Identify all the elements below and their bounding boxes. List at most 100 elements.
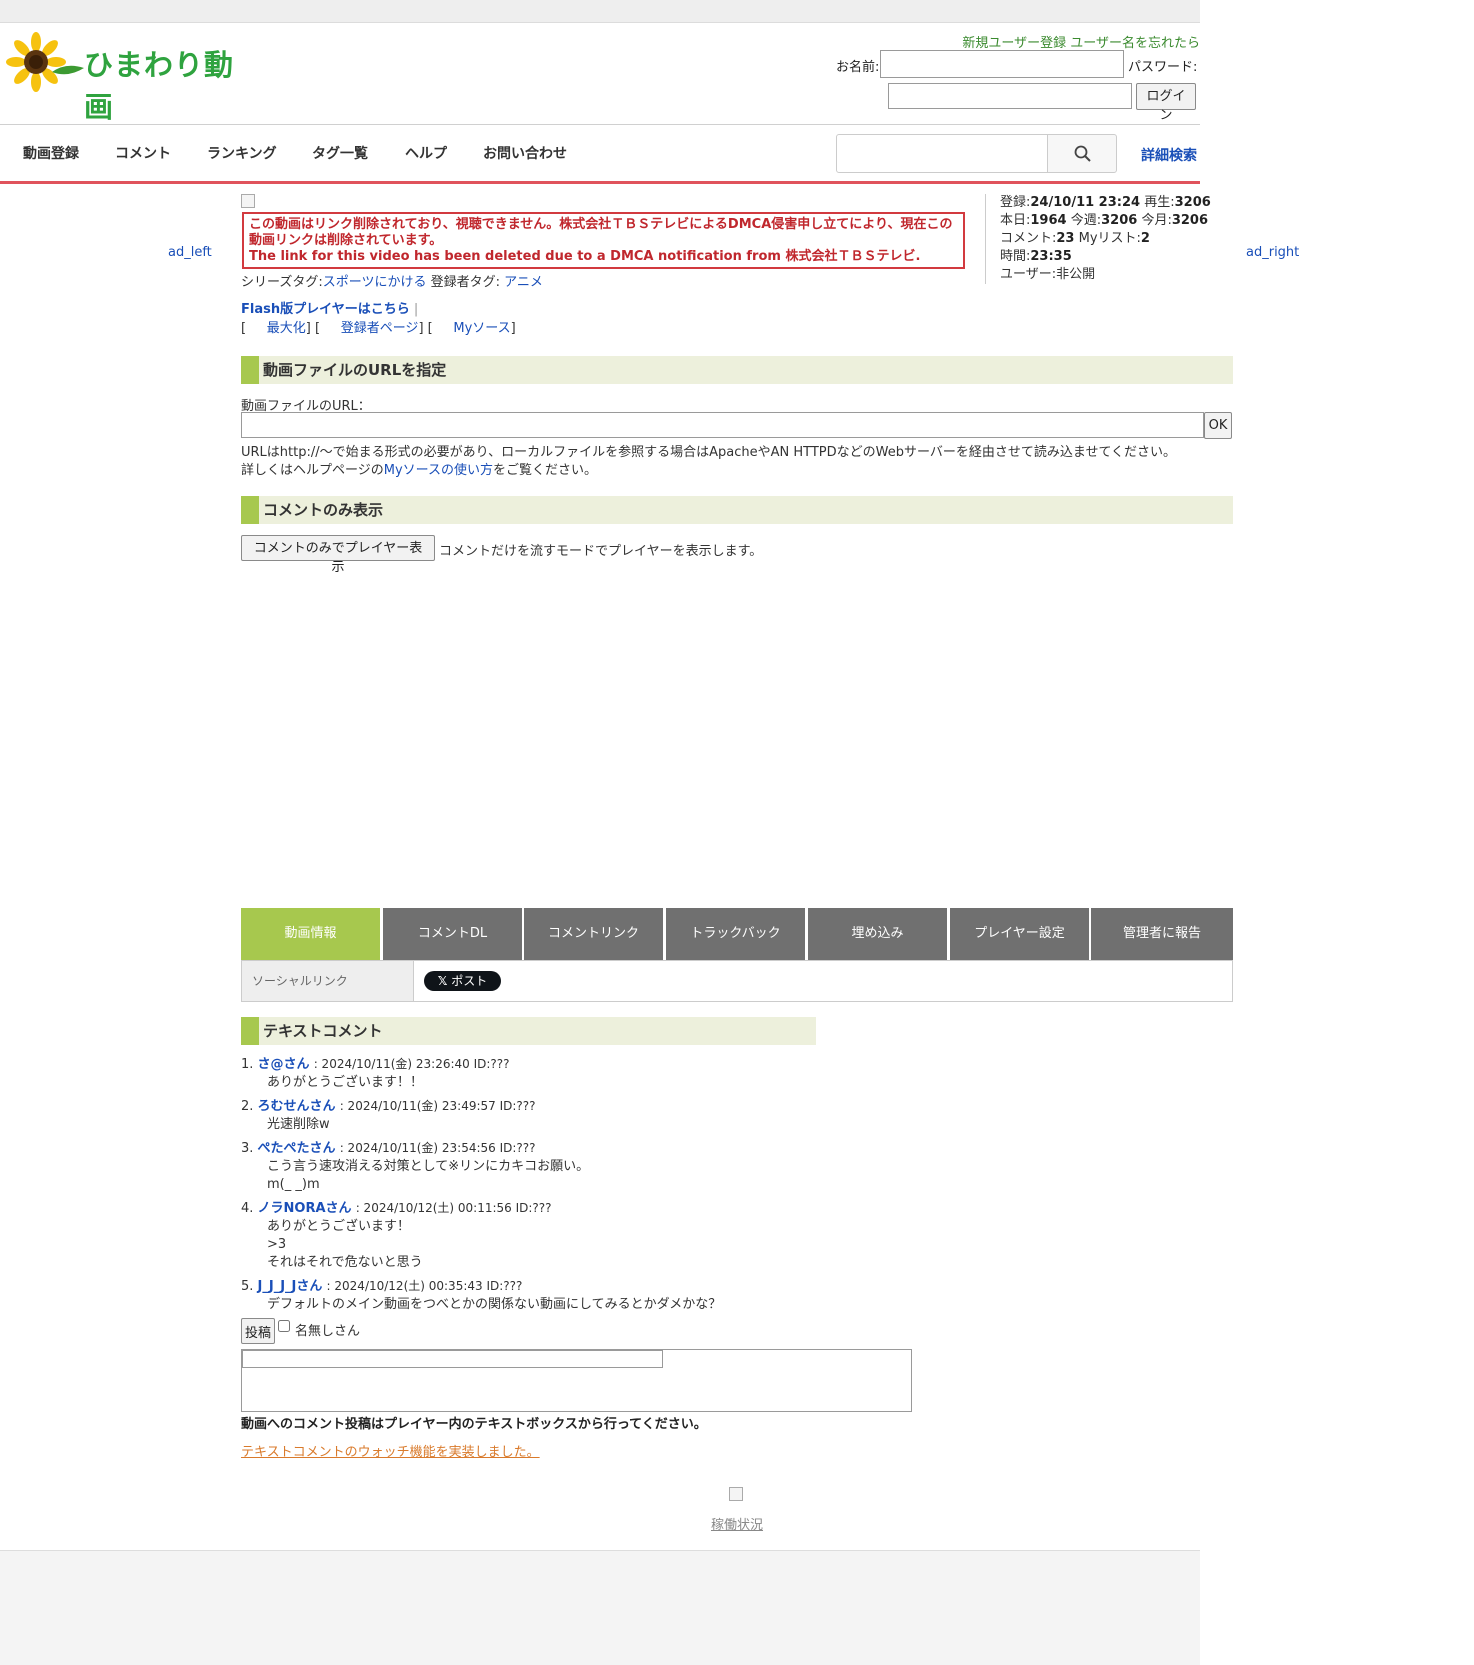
login-button[interactable]: ログイン: [1136, 83, 1196, 123]
comment-num: 5.: [241, 1279, 254, 1294]
comment-meta: : 2024/10/11(金) 23:54:56 ID:???: [339, 1141, 536, 1155]
comment-list: 1. さ@さん : 2024/10/11(金) 23:26:40 ID:??? …: [241, 1055, 941, 1314]
nav-item-help[interactable]: ヘルプ: [405, 143, 447, 163]
comment-num: 4.: [241, 1201, 254, 1216]
series-tag-link[interactable]: スポーツにかける: [323, 275, 427, 290]
ad-left-image[interactable]: ad_left: [168, 245, 212, 260]
comment-author-link[interactable]: ぺたぺたさん: [258, 1141, 336, 1156]
tab-video-info[interactable]: 動画情報: [241, 908, 381, 960]
player-links: Flash版プレイヤーはこちら |: [241, 298, 418, 317]
site-logo[interactable]: ひまわり動画: [6, 32, 256, 124]
stats-divider: [985, 194, 986, 284]
url-ok-button[interactable]: OK: [1204, 412, 1232, 439]
tab-player-settings[interactable]: プレイヤー設定: [950, 908, 1090, 960]
plays-label: 再生:: [1144, 195, 1175, 210]
x-post-button[interactable]: 𝕏 ポスト: [424, 971, 501, 991]
mylist-label: Myリスト:: [1078, 231, 1141, 246]
mysource-help-link[interactable]: Myソースの使い方: [384, 463, 493, 478]
search-button[interactable]: [1047, 134, 1117, 173]
nav-item-contact[interactable]: お問い合わせ: [483, 143, 567, 163]
watch-feature-link[interactable]: テキストコメントのウォッチ機能を実装しました。: [241, 1441, 540, 1460]
comment-meta: : 2024/10/12(土) 00:35:43 ID:???: [326, 1279, 523, 1293]
flash-player-link[interactable]: Flash版プレイヤーはこちら: [241, 302, 410, 317]
comment-post-note: 動画へのコメント投稿はプレイヤー内のテキストボックスから行ってください。: [241, 1417, 707, 1432]
comment-num: 3.: [241, 1141, 254, 1156]
search-input[interactable]: [836, 134, 1048, 173]
comment-author-link[interactable]: ノラNORAさん: [258, 1201, 352, 1216]
nav-item-tags[interactable]: タグ一覧: [312, 143, 368, 163]
password-label: パスワード:: [1128, 60, 1198, 75]
list-item: 5. J_J_J_Jさん : 2024/10/12(土) 00:35:43 ID…: [241, 1277, 941, 1314]
comment-meta: : 2024/10/11(金) 23:49:57 ID:???: [339, 1099, 536, 1113]
tab-report[interactable]: 管理者に報告: [1091, 908, 1233, 960]
comment-textarea[interactable]: [241, 1349, 912, 1412]
nav-red-divider: [0, 181, 1200, 184]
server-status-link[interactable]: 稼働状況: [711, 1514, 763, 1533]
footer-background: [0, 1550, 1200, 1665]
x-logo-icon: 𝕏: [437, 974, 448, 988]
user-value: 非公開: [1056, 267, 1096, 282]
comment-text: 光速削除w: [267, 1117, 330, 1132]
comment-text: それはそれで危ないと思う: [267, 1255, 423, 1270]
list-item: 2. ろむせんさん : 2024/10/11(金) 23:49:57 ID:??…: [241, 1097, 941, 1134]
status-image-icon: [729, 1487, 743, 1501]
nav-item-ranking[interactable]: ランキング: [207, 143, 277, 163]
sunflower-icon: [6, 32, 84, 92]
advanced-search-link[interactable]: 詳細検索: [1141, 145, 1197, 165]
post-comment-button[interactable]: 投稿: [241, 1318, 275, 1344]
comment-meta: : 2024/10/11(金) 23:26:40 ID:???: [313, 1057, 510, 1071]
maximize-link[interactable]: 最大化: [267, 321, 306, 336]
tab-trackback[interactable]: トラックバック: [666, 908, 806, 960]
social-row: ソーシャルリンク 𝕏 ポスト: [241, 960, 1233, 1002]
tab-comment-link[interactable]: コメントリンク: [524, 908, 664, 960]
comment-author-link[interactable]: J_J_J_Jさん: [258, 1279, 323, 1294]
comment-text: >3: [267, 1237, 287, 1252]
page-links: [ 最大化] [ 登録者ページ] [ Myソース]: [241, 321, 516, 336]
nav-item-comment[interactable]: コメント: [115, 143, 171, 163]
month-value: 3206: [1171, 213, 1209, 228]
video-stats: 登録:24/10/11 23:24 再生:3206 本日:1964 今週:320…: [1000, 194, 1211, 284]
video-url-input[interactable]: [241, 412, 1204, 438]
register-link[interactable]: 新規ユーザー登録: [962, 36, 1066, 51]
today-label: 本日:: [1000, 213, 1031, 228]
comment-author-link[interactable]: ろむせんさん: [258, 1099, 336, 1114]
anonymous-label: 名無しさん: [295, 1324, 361, 1339]
account-links: 新規ユーザー登録 ユーザー名を忘れたら: [962, 32, 1200, 51]
comment-num: 2.: [241, 1099, 254, 1114]
owner-tag-label: 登録者タグ:: [430, 275, 501, 290]
nav-item-upload[interactable]: 動画登録: [23, 143, 79, 163]
link-separator: |: [413, 302, 419, 317]
browser-top-bar: [0, 0, 1200, 23]
url-notes: URLはhttp://～で始まる形式の必要があり、ローカルファイルを参照する場合…: [241, 444, 1231, 480]
comment-text: こう言う速攻消える対策として※リンにカキコお願い。: [267, 1159, 590, 1174]
anonymous-checkbox[interactable]: [278, 1320, 290, 1332]
comment-name-input[interactable]: [242, 1350, 663, 1368]
comment-meta: : 2024/10/12(土) 00:11:56 ID:???: [355, 1201, 552, 1215]
comment-only-desc: コメントだけを流すモードでプレイヤーを表示します。: [439, 544, 763, 559]
url-note-1: URLはhttp://～で始まる形式の必要があり、ローカルファイルを参照する場合…: [241, 445, 1177, 460]
text-comments-title: テキストコメント: [241, 1017, 816, 1045]
owner-page-link[interactable]: 登録者ページ: [341, 321, 419, 336]
ad-right-image[interactable]: ad_right: [1246, 245, 1299, 260]
login-name-input[interactable]: [880, 50, 1124, 78]
tab-embed[interactable]: 埋め込み: [808, 908, 948, 960]
month-label: 今月:: [1141, 213, 1172, 228]
comment-text: m(_ _)m: [267, 1177, 320, 1192]
login-password-input[interactable]: [888, 83, 1132, 109]
comment-only-player-button[interactable]: コメントのみでプレイヤー表示: [241, 535, 435, 575]
dmca-notice-jp: この動画はリンク削除されており、視聴できません。株式会社ＴＢＳテレビによるDMC…: [249, 217, 953, 248]
logo-text: ひまわり動画: [84, 48, 235, 124]
list-item: 3. ぺたぺたさん : 2024/10/11(金) 23:54:56 ID:??…: [241, 1139, 941, 1194]
owner-tag-link[interactable]: アニメ: [504, 275, 543, 290]
url-note-2-post: をご覧ください。: [493, 463, 598, 478]
mysource-link[interactable]: Myソース: [453, 321, 510, 336]
tab-comment-dl[interactable]: コメントDL: [383, 908, 523, 960]
comment-text: ありがとうございます！！: [267, 1075, 424, 1090]
comment-only-section-title: コメントのみ表示: [241, 496, 1233, 524]
forgot-username-link[interactable]: ユーザー名を忘れたら: [1070, 36, 1200, 51]
series-tag-label: シリーズタグ:: [241, 275, 323, 290]
time-value: 23:35: [1030, 249, 1072, 264]
comment-text: ありがとうございます！: [267, 1219, 411, 1234]
comment-author-link[interactable]: さ@さん: [258, 1057, 310, 1072]
broken-image-icon: [241, 194, 255, 208]
